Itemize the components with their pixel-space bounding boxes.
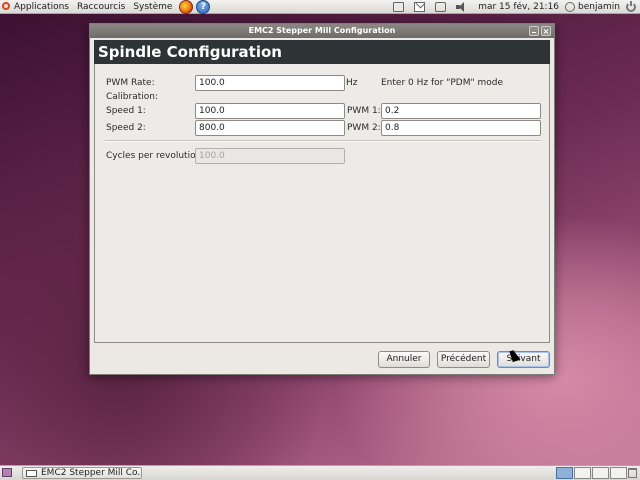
show-desktop-icon[interactable] — [2, 468, 12, 477]
pwm2-field[interactable] — [381, 120, 541, 136]
pwm2-label: PWM 2: — [347, 123, 381, 133]
network-icon[interactable] — [393, 1, 405, 12]
menu-applications[interactable]: Applications — [0, 0, 73, 14]
firefox-icon[interactable] — [179, 0, 194, 14]
cancel-button[interactable]: Annuler — [378, 351, 430, 368]
separator — [105, 140, 541, 142]
workspace-4[interactable] — [610, 467, 627, 479]
form-area: PWM Rate: Hz Enter 0 Hz for "PDM" mode C… — [94, 64, 550, 343]
pwm-rate-label: PWM Rate: — [106, 78, 155, 88]
pwm-rate-field[interactable] — [195, 75, 345, 91]
next-button[interactable]: Suivant — [497, 351, 550, 368]
workspace-2[interactable] — [574, 467, 591, 479]
pwm1-label: PWM 1: — [347, 106, 381, 116]
cycles-field — [195, 148, 345, 164]
pwm-rate-unit: Hz — [346, 78, 358, 88]
power-icon[interactable] — [626, 0, 636, 12]
trash-icon[interactable] — [628, 468, 637, 478]
workspace-1[interactable] — [556, 467, 573, 479]
taskbar-window-item[interactable]: EMC2 Stepper Mill Co... — [22, 467, 142, 479]
taskbar-window-label: EMC2 Stepper Mill Co... — [41, 468, 142, 478]
pwm-rate-hint: Enter 0 Hz for "PDM" mode — [381, 78, 503, 88]
menu-places[interactable]: Raccourcis — [73, 0, 129, 14]
help-icon[interactable]: ? — [196, 0, 211, 14]
page-title: Spindle Configuration — [94, 40, 550, 64]
bottom-panel: EMC2 Stepper Mill Co... — [0, 465, 640, 480]
pwm1-field[interactable] — [381, 103, 541, 119]
config-window: EMC2 Stepper Mill Configuration Spindle … — [89, 23, 555, 375]
close-button[interactable] — [541, 26, 551, 36]
workspace-3[interactable] — [592, 467, 609, 479]
speed1-label: Speed 1: — [106, 106, 146, 116]
mail-icon[interactable] — [414, 1, 426, 12]
clock[interactable]: mar 15 fév, 21:16 — [478, 2, 559, 12]
window-titlebar[interactable]: EMC2 Stepper Mill Configuration — [90, 24, 554, 38]
speed2-label: Speed 2: — [106, 123, 146, 133]
system-tray: mar 15 fév, 21:16 benjamin — [388, 0, 640, 14]
menu-applications-label: Applications — [14, 1, 69, 12]
top-panel: Applications Raccourcis Système ? mar 15… — [0, 0, 640, 14]
window-icon — [26, 470, 37, 477]
window-title: EMC2 Stepper Mill Configuration — [248, 26, 396, 35]
menu-system[interactable]: Système — [129, 0, 176, 14]
calibration-label: Calibration: — [106, 92, 159, 102]
speed2-field[interactable] — [195, 120, 345, 136]
user-icon[interactable] — [565, 1, 576, 12]
minimize-button[interactable] — [529, 26, 539, 36]
previous-button[interactable]: Précédent — [437, 351, 490, 368]
speed1-field[interactable] — [195, 103, 345, 119]
volume-icon[interactable] — [456, 1, 467, 12]
user-name[interactable]: benjamin — [578, 2, 620, 12]
cycles-label: Cycles per revolution: — [106, 151, 205, 161]
display-icon[interactable] — [435, 1, 447, 12]
ubuntu-logo-icon — [2, 1, 10, 10]
